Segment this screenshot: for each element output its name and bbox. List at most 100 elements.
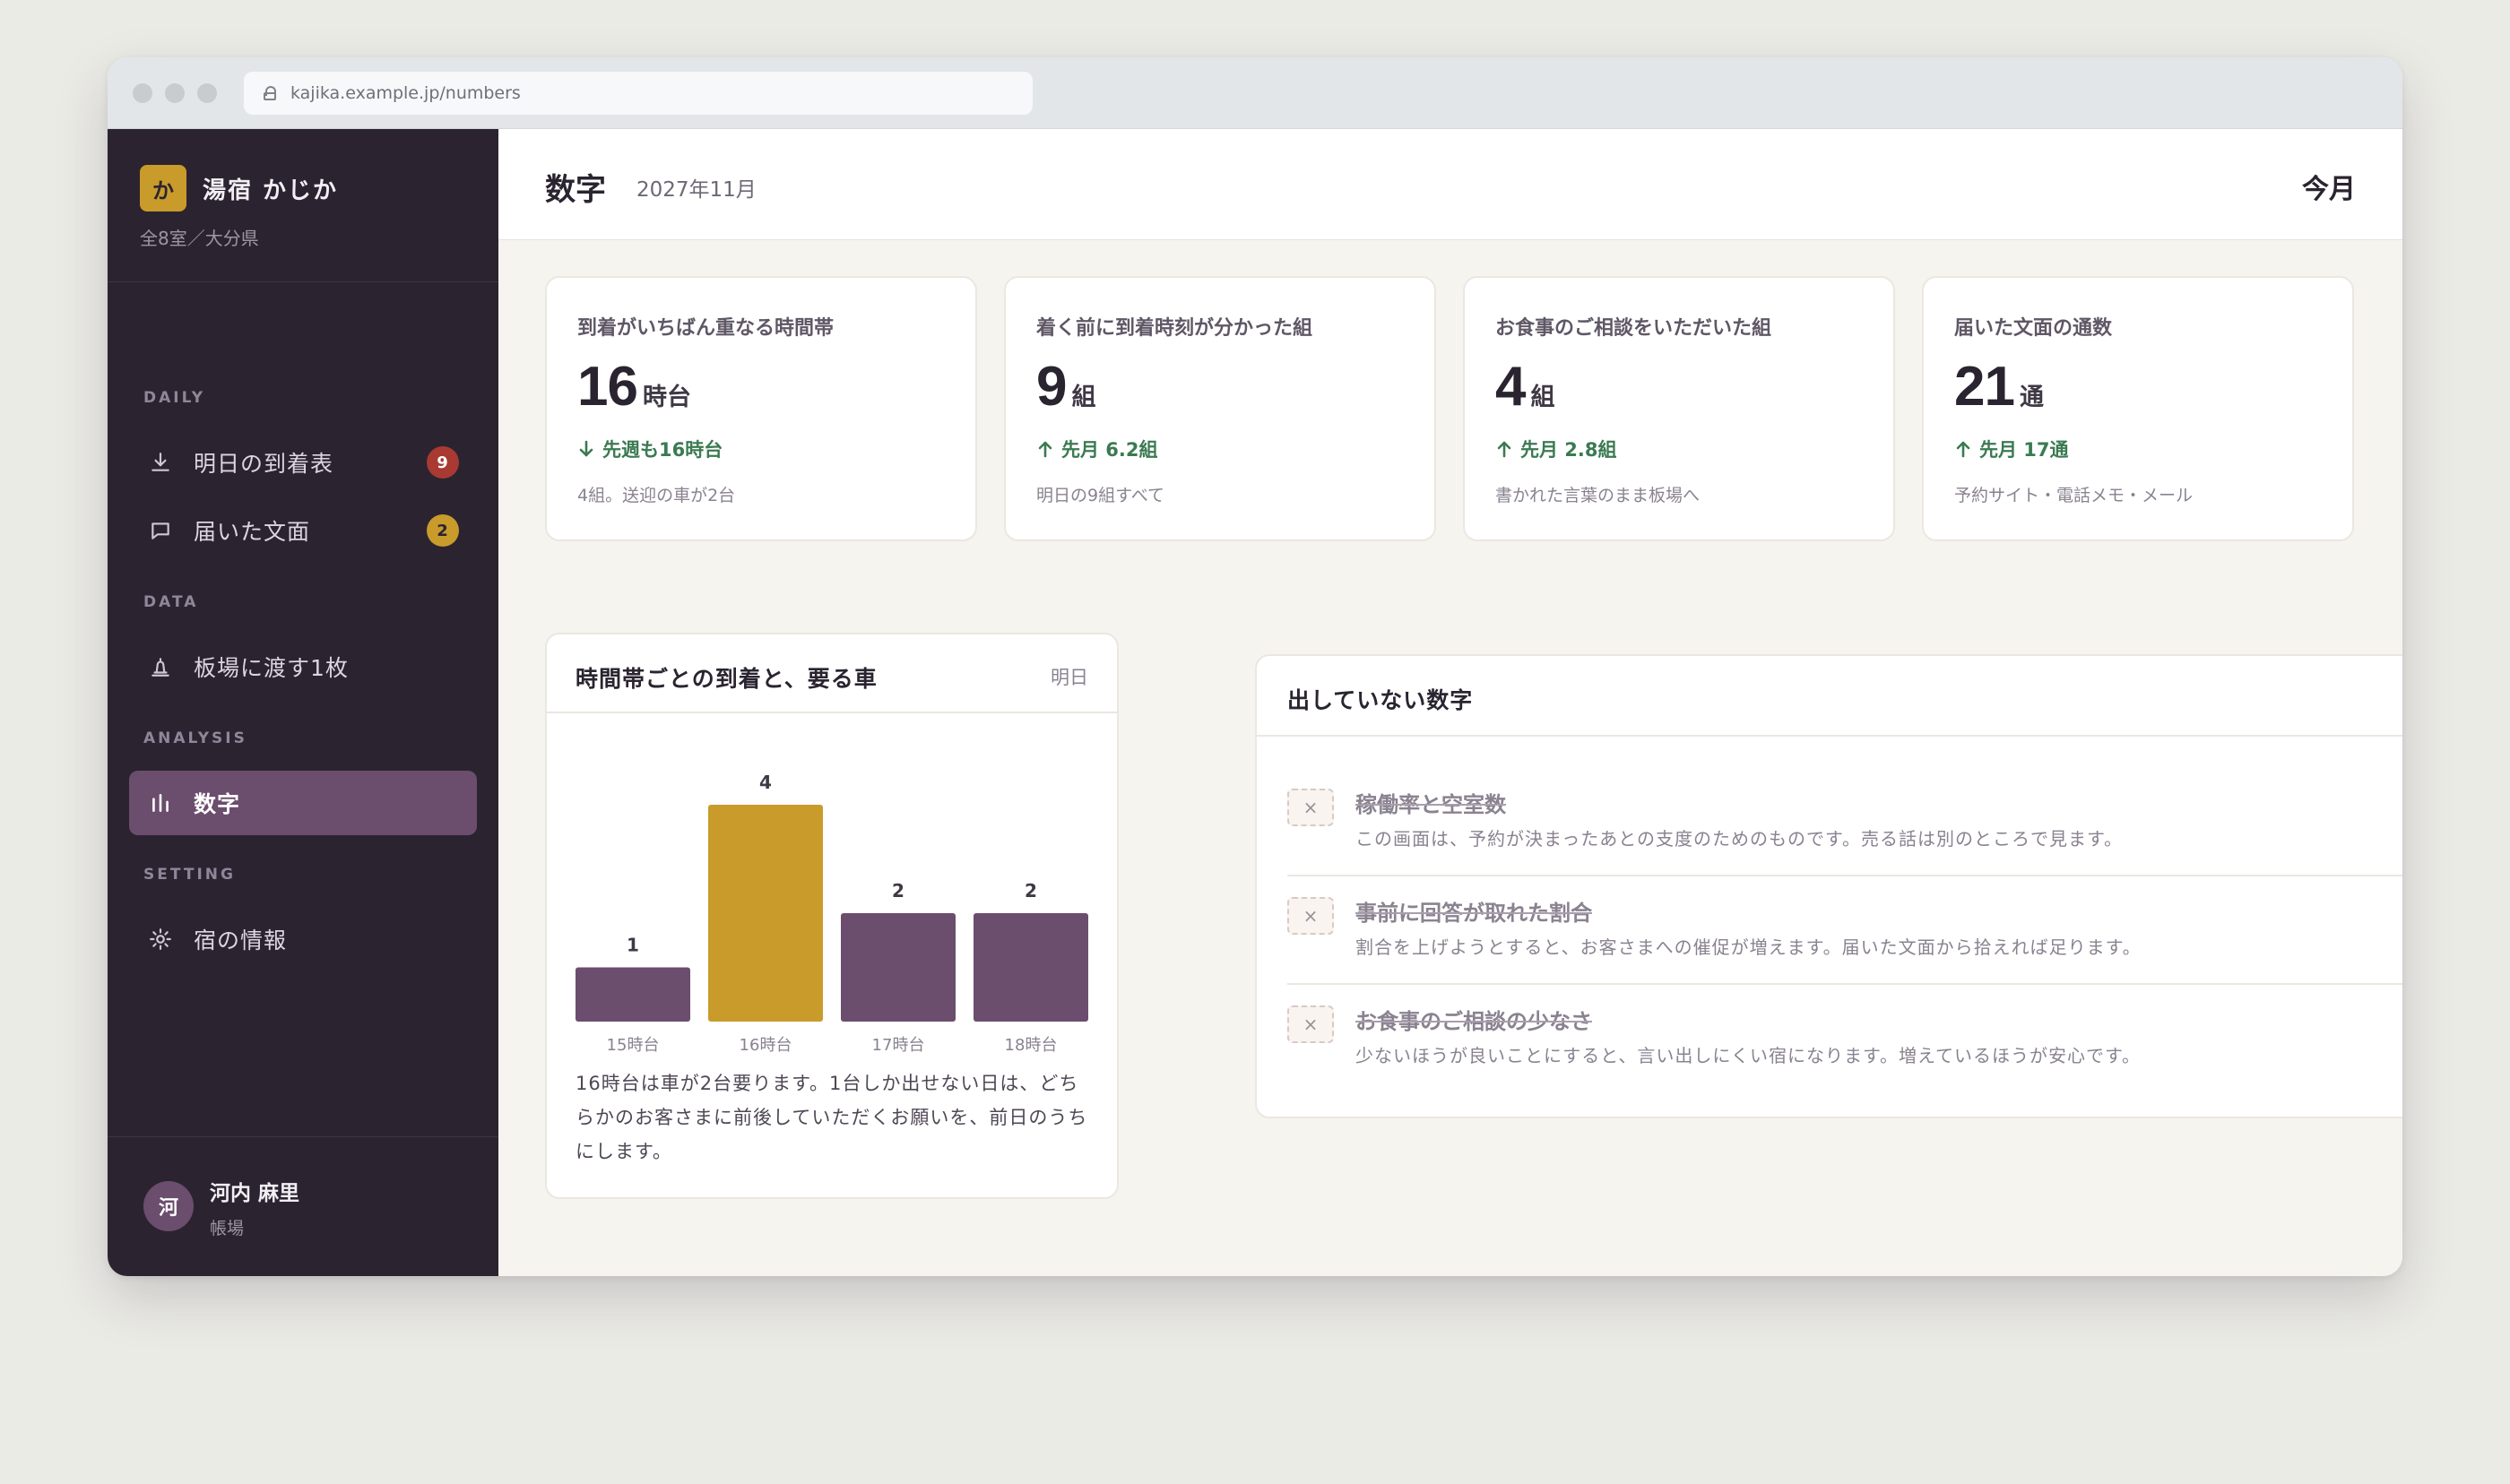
sidebar-footer-divider — [108, 1136, 498, 1137]
kpi-value: 9 組 — [1036, 355, 1095, 418]
brand-subtitle: 全8室／大分県 — [140, 228, 259, 249]
sidebar-item-numbers[interactable]: 数字 — [129, 771, 477, 835]
chart-bar — [841, 913, 956, 1022]
kpi-trend-text: 先月 6.2組 — [1061, 439, 1158, 461]
arrow-up-icon — [1497, 441, 1511, 458]
kpi-unit: 組 — [1530, 384, 1555, 411]
kpi-note: 明日の9組すべて — [1036, 486, 1164, 505]
kpi-note: 書かれた言葉のまま板場へ — [1495, 486, 1701, 505]
section-label-daily: DAILY — [143, 389, 206, 407]
window-maximize-dot[interactable] — [197, 83, 217, 103]
sidebar-item-label: 明日の到着表 — [194, 451, 334, 477]
chat-icon — [149, 519, 172, 542]
section-label-analysis: ANALYSIS — [143, 729, 247, 747]
sidebar-item-label: 板場に渡す1枚 — [194, 655, 349, 681]
chart-bar — [974, 913, 1088, 1022]
chart-header: 時間帯ごとの到着と、要る車 明日 — [547, 634, 1117, 713]
brand-name: 湯宿 かじか — [203, 177, 339, 204]
hidden-metric-item: × 稼働率と空室数 この画面は、予約が決まったあとの支度のためのものです。売る話… — [1287, 769, 2402, 876]
hidden-metric-title: 事前に回答が取れた割合 — [1355, 901, 1592, 926]
chart-bar — [708, 805, 823, 1022]
chart-title: 時間帯ごとの到着と、要る車 — [576, 666, 878, 692]
kpi-unit: 通 — [2019, 384, 2044, 411]
hidden-metrics-title: 出していない数字 — [1287, 687, 1474, 713]
section-label-data: DATA — [143, 593, 199, 611]
kpi-trend-text: 先週も16時台 — [602, 439, 723, 461]
kpi-trend: 先月 6.2組 — [1036, 436, 1158, 462]
excluded-icon: × — [1287, 789, 1334, 826]
section-label-setting: SETTING — [143, 866, 236, 884]
hidden-metric-title: お食事のご相談の少なさ — [1355, 1009, 1592, 1034]
arrivals-bar-chart: 1 15時台 4 16時台 2 17時台 2 18時台 — [576, 772, 1088, 1055]
sidebar-item-kitchen-sheet[interactable]: 板場に渡す1枚 — [129, 634, 477, 699]
lock-icon — [264, 86, 276, 100]
count-badge: 2 — [427, 514, 459, 547]
chart-value-label: 1 — [627, 935, 639, 956]
chart-value-label: 4 — [759, 772, 772, 793]
chart-category-label: 18時台 — [1005, 1036, 1058, 1055]
kpi-trend: 先月 17通 — [1954, 436, 2069, 462]
hidden-metrics-card: 出していない数字 × 稼働率と空室数 この画面は、予約が決まったあとの支度のため… — [1255, 654, 2402, 1118]
arrivals-chart-card: 時間帯ごとの到着と、要る車 明日 1 15時台 4 16時台 2 17時台 2 18時台 16… — [545, 633, 1119, 1199]
chart-tag: 明日 — [1051, 667, 1088, 688]
kpi-number: 4 — [1495, 356, 1526, 418]
download-icon — [149, 451, 172, 474]
hidden-metrics-header: 出していない数字 — [1257, 656, 2402, 737]
sidebar-item-label: 届いた文面 — [194, 519, 311, 545]
sidebar-item-inn-info[interactable]: 宿の情報 — [129, 907, 477, 971]
chart-category-label: 17時台 — [872, 1036, 925, 1055]
kpi-unit: 組 — [1071, 384, 1096, 411]
chart-category-label: 16時台 — [740, 1036, 792, 1055]
arrow-up-icon — [1038, 441, 1052, 458]
chart-value-label: 2 — [1025, 880, 1037, 902]
chart-value-label: 2 — [892, 880, 904, 902]
kpi-unit: 時台 — [642, 384, 691, 411]
hidden-metric-item: × 事前に回答が取れた割合 割合を上げようとすると、お客さまへの催促が増えます。… — [1287, 877, 2402, 985]
kpi-card-peak-hour: 到着がいちばん重なる時間帯 16 時台 先週も16時台 4組。送迎の車が2台 — [545, 276, 977, 541]
kpi-label: 届いた文面の通数 — [1954, 317, 2113, 340]
kpi-value: 21 通 — [1954, 355, 2044, 418]
sidebar-item-label: 宿の情報 — [194, 928, 288, 953]
arrow-up-icon — [1956, 441, 1970, 458]
kpi-card-message-count: 届いた文面の通数 21 通 先月 17通 予約サイト・電話メモ・メール — [1922, 276, 2354, 541]
kpi-trend-text: 先月 2.8組 — [1520, 439, 1617, 461]
hidden-metric-item: × お食事のご相談の少なさ 少ないほうが良いことにすると、言い出しにくい宿になり… — [1287, 986, 2402, 1093]
brand-logo: か — [140, 165, 186, 211]
kpi-note: 4組。送迎の車が2台 — [577, 486, 736, 505]
kpi-card-known-arrival: 着く前に到着時刻が分かった組 9 組 先月 6.2組 明日の9組すべて — [1004, 276, 1436, 541]
chart-category-label: 15時台 — [607, 1036, 660, 1055]
kpi-card-meal-consult: お食事のご相談をいただいた組 4 組 先月 2.8組 書かれた言葉のまま板場へ — [1463, 276, 1895, 541]
kpi-label: お食事のご相談をいただいた組 — [1495, 317, 1772, 340]
hidden-metric-desc: 少ないほうが良いことにすると、言い出しにくい宿になります。増えているほうが安心で… — [1355, 1045, 2141, 1066]
page-title: 数字 — [545, 172, 606, 208]
sidebar-item-messages[interactable]: 届いた文面 2 — [129, 498, 477, 563]
user-role: 帳場 — [210, 1219, 245, 1238]
kpi-trend: 先週も16時台 — [577, 436, 723, 462]
excluded-icon: × — [1287, 897, 1334, 935]
address-bar[interactable]: kajika.example.jp/numbers — [244, 72, 1033, 115]
sidebar-item-label: 数字 — [194, 791, 241, 817]
kpi-value: 4 組 — [1495, 355, 1554, 418]
url-text: kajika.example.jp/numbers — [290, 83, 521, 103]
hidden-metric-desc: 割合を上げようとすると、お客さまへの催促が増えます。届いた文面から拾えれば足りま… — [1355, 936, 2142, 958]
kpi-trend: 先月 2.8組 — [1495, 436, 1617, 462]
user-name: 河内 麻里 — [210, 1182, 300, 1205]
kpi-label: 着く前に到着時刻が分かった組 — [1036, 317, 1313, 340]
bar-chart-icon — [149, 791, 172, 815]
kpi-number: 16 — [577, 356, 638, 418]
page-date: 2027年11月 — [636, 178, 757, 202]
window-close-dot[interactable] — [133, 83, 152, 103]
sidebar-divider — [108, 281, 498, 282]
sidebar-item-arrivals[interactable]: 明日の到着表 9 — [129, 430, 477, 495]
excluded-icon: × — [1287, 1005, 1334, 1043]
chart-note: 16時台は車が2台要ります。1台しか出せない日は、どちらかのお客さまに前後してい… — [576, 1073, 1088, 1162]
kpi-value: 16 時台 — [577, 355, 691, 418]
page-header: 数字 2027年11月 今月 — [498, 129, 2402, 240]
window-minimize-dot[interactable] — [165, 83, 185, 103]
kpi-number: 9 — [1036, 356, 1067, 418]
avatar[interactable]: 河 — [143, 1181, 194, 1231]
hidden-metric-title: 稼働率と空室数 — [1355, 792, 1506, 817]
period-selector[interactable]: 今月 — [2302, 167, 2356, 206]
kpi-note: 予約サイト・電話メモ・メール — [1954, 486, 2194, 505]
hidden-metric-desc: この画面は、予約が決まったあとの支度のためのものです。売る話は別のところで見ます… — [1355, 828, 2123, 850]
